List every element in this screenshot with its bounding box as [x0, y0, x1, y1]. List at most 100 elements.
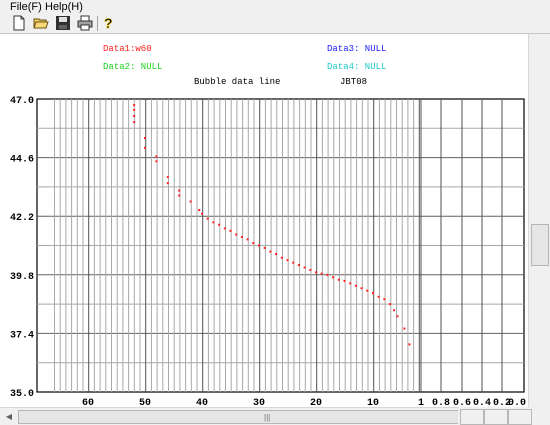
new-file-icon[interactable]: [11, 15, 27, 31]
y-tick-label: 37.4: [10, 330, 34, 341]
data-point: [297, 264, 300, 267]
data-point: [144, 146, 146, 149]
data-point: [133, 121, 136, 124]
y-tick-label: 47.0: [10, 96, 34, 107]
data-point: [337, 278, 340, 281]
data-point: [393, 309, 396, 312]
data-point: [403, 327, 406, 330]
toolbar: ?: [0, 14, 550, 34]
horizontal-scrollbar[interactable]: ◀ ||| ▶: [0, 407, 528, 425]
data-point: [372, 292, 374, 295]
menu-file[interactable]: File(F): [8, 0, 44, 14]
y-tick-label: 39.8: [10, 272, 34, 283]
data-point: [349, 282, 352, 285]
data-point: [223, 227, 226, 230]
x-tick-label: 0.8: [432, 398, 450, 407]
x-tick-label: 0.6: [453, 398, 471, 407]
data-point: [292, 261, 295, 264]
y-tick-label: 35.0: [10, 389, 34, 400]
x-tick-label: 30: [253, 398, 265, 407]
data-point: [144, 137, 146, 140]
data-point: [133, 115, 136, 118]
x-tick-label: 60: [82, 398, 94, 407]
x-tick-label: 0.0: [508, 398, 526, 407]
data-point: [166, 176, 169, 179]
data-point: [178, 194, 181, 197]
help-icon[interactable]: ?: [100, 15, 116, 32]
data-point: [326, 273, 329, 276]
data-point: [240, 235, 243, 238]
data-points: [133, 104, 411, 346]
data-point: [246, 238, 249, 241]
data-point: [366, 289, 369, 292]
print-icon[interactable]: [77, 15, 93, 31]
data-point: [235, 233, 238, 236]
chart-subtitle: JBT08: [340, 77, 367, 87]
x-axis-ticks: 60 50 40 30 20 10 1 0.8 0.6 0.4 0.20.0: [82, 398, 526, 409]
legend-data4: Data4: NULL: [327, 62, 386, 72]
status-pane-1: [460, 409, 484, 425]
data-point: [206, 217, 209, 220]
data-point: [198, 209, 201, 212]
horizontal-scroll-thumb[interactable]: |||: [18, 410, 510, 424]
grip-icon: |||: [264, 413, 271, 422]
help-glyph: ?: [104, 15, 113, 31]
data-point: [178, 189, 181, 192]
data-point: [303, 266, 306, 269]
scroll-left-arrow-icon[interactable]: ◀: [1, 409, 17, 424]
open-folder-icon[interactable]: [33, 15, 49, 31]
data-point: [263, 246, 266, 249]
legend-data1: Data1:w60: [103, 44, 152, 54]
data-point: [275, 253, 278, 256]
save-icon[interactable]: [55, 15, 71, 31]
data-point: [389, 303, 392, 306]
data-point: [166, 182, 169, 185]
chart-area: Data1:w60 Data2: NULL Data3: NULL Data4:…: [0, 34, 528, 409]
x-tick-label: 50: [139, 398, 151, 407]
x-tick-label: 0.4: [473, 398, 491, 407]
x-tick-label: 40: [196, 398, 208, 407]
y-tick-label: 44.6: [10, 155, 34, 166]
data-point: [360, 287, 363, 290]
data-point: [286, 259, 289, 262]
data-point: [212, 221, 215, 224]
data-point: [396, 315, 399, 318]
vertical-scrollbar[interactable]: [528, 34, 550, 407]
data-point: [201, 212, 203, 215]
plot-grid: [36, 98, 525, 393]
data-point: [315, 271, 317, 274]
x-tick-label: 1: [418, 398, 424, 407]
toolbar-separator: [97, 16, 98, 31]
data-point: [258, 244, 260, 247]
data-point: [269, 250, 272, 253]
data-point: [377, 295, 380, 298]
data-point: [133, 104, 136, 107]
data-point: [280, 256, 283, 259]
data-point: [218, 223, 221, 226]
data-point: [229, 229, 232, 232]
data-point: [332, 276, 335, 279]
bubble-chart: Data1:w60 Data2: NULL Data3: NULL Data4:…: [10, 44, 526, 409]
status-pane-3: [508, 409, 532, 425]
y-axis-ticks: 47.0 44.6 42.2 39.8 37.4 35.0: [10, 96, 34, 400]
data-point: [309, 268, 312, 271]
data-point: [354, 284, 357, 287]
data-point: [155, 155, 158, 158]
y-tick-label: 42.2: [10, 213, 34, 224]
legend-data2: Data2: NULL: [103, 62, 162, 72]
legend-data3: Data3: NULL: [327, 44, 386, 54]
data-point: [155, 160, 158, 163]
data-point: [408, 343, 411, 346]
status-bar: [458, 407, 550, 425]
data-point: [133, 108, 136, 111]
data-point: [320, 272, 323, 275]
data-point: [189, 200, 192, 203]
data-point: [252, 242, 255, 245]
data-point: [383, 298, 386, 301]
data-point: [343, 279, 346, 282]
status-pane-2: [484, 409, 508, 425]
x-tick-label: 10: [367, 398, 379, 407]
menu-help[interactable]: Help(H): [43, 0, 85, 14]
chart-title: Bubble data line: [194, 77, 280, 87]
vertical-scroll-thumb[interactable]: [531, 224, 549, 266]
